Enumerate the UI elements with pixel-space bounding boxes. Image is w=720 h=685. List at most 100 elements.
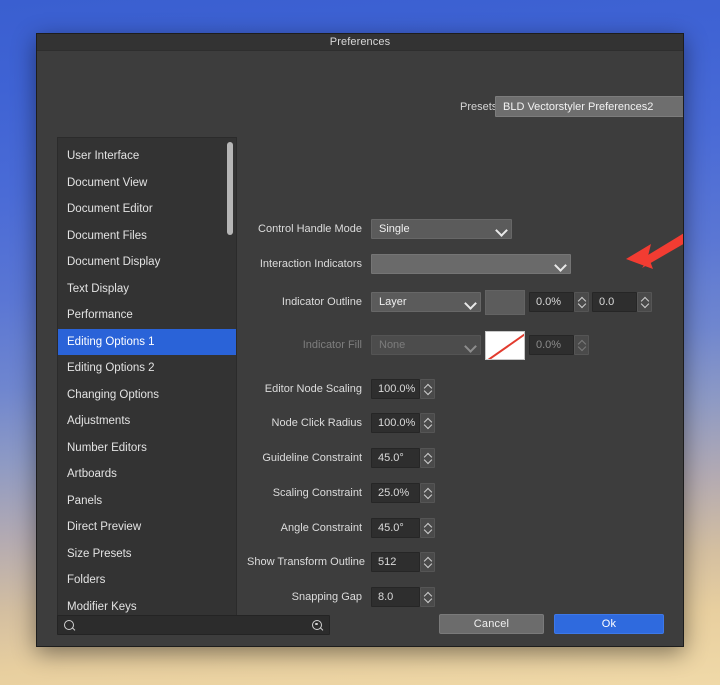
guideline-constraint-field[interactable]: 45.0°	[371, 448, 420, 468]
control-handle-mode-value: Single	[379, 223, 495, 235]
snapping-gap-label: Snapping Gap	[247, 591, 371, 603]
sidebar-scrollbar[interactable]	[227, 142, 233, 614]
sidebar-item-label: Number Editors	[67, 442, 147, 454]
editor-node-scaling-field[interactable]: 100.0%	[371, 379, 420, 399]
dialog-body: Presets BLD Vectorstyler Preferences2 Us…	[37, 51, 683, 647]
indicator-outline-dropdown[interactable]: Layer	[371, 292, 481, 312]
indicator-fill-value: None	[379, 339, 464, 351]
indicator-outline-label: Indicator Outline	[247, 296, 371, 308]
sidebar-item[interactable]: Document Editor	[58, 196, 236, 223]
sidebar-item[interactable]: Text Display	[58, 276, 236, 303]
interaction-indicators-label: Interaction Indicators	[247, 258, 371, 270]
sidebar-item-label: Document Editor	[67, 203, 153, 215]
sidebar-item-label: Editing Options 1	[67, 336, 155, 348]
editor-node-scaling-stepper[interactable]	[420, 379, 435, 399]
sidebar-item[interactable]: Size Presets	[58, 541, 236, 568]
dialog-footer: Cancel Ok	[37, 604, 683, 647]
row-editor-node-scaling: Editor Node Scaling 100.0%	[247, 379, 435, 399]
scaling-constraint-stepper[interactable]	[420, 483, 435, 503]
scaling-constraint-field[interactable]: 25.0%	[371, 483, 420, 503]
sidebar-item[interactable]: Folders	[58, 567, 236, 594]
guideline-constraint-stepper[interactable]	[420, 448, 435, 468]
sidebar-scrollbar-thumb[interactable]	[227, 142, 233, 235]
presets-value: BLD Vectorstyler Preferences2	[503, 101, 683, 113]
dialog-titlebar: Preferences	[37, 34, 683, 51]
preferences-category-list[interactable]: User Interface Document View Document Edit…	[57, 137, 237, 619]
row-interaction-indicators: Interaction Indicators	[247, 254, 571, 274]
indicator-fill-dropdown[interactable]: None	[371, 335, 481, 355]
angle-constraint-field[interactable]: 45.0°	[371, 518, 420, 538]
ok-button[interactable]: Ok	[554, 614, 664, 634]
row-indicator-fill: Indicator Fill None 0.0%	[247, 335, 589, 355]
editing-options-panel: Control Handle Mode Single Interaction I…	[247, 137, 673, 618]
sidebar-item-label: Direct Preview	[67, 521, 141, 533]
sidebar-item[interactable]: Document Display	[58, 249, 236, 276]
dialog-title: Preferences	[330, 36, 390, 48]
angle-constraint-stepper[interactable]	[420, 518, 435, 538]
indicator-outline-opacity-stepper[interactable]	[574, 292, 589, 312]
node-click-radius-stepper[interactable]	[420, 413, 435, 433]
indicator-fill-opacity-stepper[interactable]	[574, 335, 589, 355]
sidebar-item[interactable]: Number Editors	[58, 435, 236, 462]
sidebar-item-label: Editing Options 2	[67, 362, 155, 374]
sidebar-item-label: Document Files	[67, 230, 147, 242]
row-indicator-outline: Indicator Outline Layer 0.0% 0.0	[247, 292, 652, 312]
indicator-outline-color-swatch[interactable]	[485, 290, 525, 315]
indicator-fill-label: Indicator Fill	[247, 339, 371, 351]
sidebar-item[interactable]: Artboards	[58, 461, 236, 488]
sidebar-item[interactable]: Performance	[58, 302, 236, 329]
sidebar-item-label: Folders	[67, 574, 105, 586]
sidebar-item[interactable]: Document Files	[58, 223, 236, 250]
sidebar-item[interactable]: Editing Options 2	[58, 355, 236, 382]
control-handle-mode-dropdown[interactable]: Single	[371, 219, 512, 239]
sidebar-item-label: Size Presets	[67, 548, 132, 560]
interaction-indicators-dropdown[interactable]	[371, 254, 571, 274]
sidebar-item[interactable]: Document View	[58, 170, 236, 197]
guideline-constraint-label: Guideline Constraint	[247, 452, 371, 464]
sidebar-items: User Interface Document View Document Edit…	[58, 138, 236, 619]
sidebar-item[interactable]: Panels	[58, 488, 236, 515]
show-transform-outline-field[interactable]: 512	[371, 552, 420, 572]
sidebar-item-label: Artboards	[67, 468, 117, 480]
editor-node-scaling-label: Editor Node Scaling	[247, 383, 371, 395]
indicator-outline-value: Layer	[379, 296, 464, 308]
search-icon	[63, 619, 76, 632]
chevron-down-icon	[464, 296, 477, 309]
node-click-radius-label: Node Click Radius	[247, 417, 371, 429]
sidebar-item[interactable]: User Interface	[58, 143, 236, 170]
sidebar-item[interactable]: Direct Preview	[58, 514, 236, 541]
sidebar-item-label: Panels	[67, 495, 102, 507]
indicator-fill-color-swatch[interactable]	[485, 331, 525, 360]
sidebar-item-label: Document Display	[67, 256, 160, 268]
sidebar-item-label: Document View	[67, 177, 147, 189]
node-click-radius-field[interactable]: 100.0%	[371, 413, 420, 433]
indicator-outline-opacity-field[interactable]: 0.0%	[529, 292, 574, 312]
sidebar-item[interactable]: Editing Options 1	[58, 329, 236, 356]
sidebar-item[interactable]: Adjustments	[58, 408, 236, 435]
sidebar-item-label: User Interface	[67, 150, 139, 162]
presets-row: Presets BLD Vectorstyler Preferences2	[37, 96, 683, 117]
indicator-outline-width-field[interactable]: 0.0	[592, 292, 637, 312]
indicator-outline-width-stepper[interactable]	[637, 292, 652, 312]
row-control-handle-mode: Control Handle Mode Single	[247, 219, 512, 239]
control-handle-mode-label: Control Handle Mode	[247, 223, 371, 235]
preferences-dialog: Preferences Presets BLD Vectorstyler Pre…	[36, 33, 684, 647]
chevron-down-icon	[683, 100, 684, 113]
row-angle-constraint: Angle Constraint 45.0°	[247, 518, 435, 538]
angle-constraint-label: Angle Constraint	[247, 522, 371, 534]
presets-label: Presets	[460, 101, 497, 113]
search-input[interactable]	[76, 619, 311, 631]
sidebar-item[interactable]: Changing Options	[58, 382, 236, 409]
cancel-button[interactable]: Cancel	[439, 614, 544, 634]
row-node-click-radius: Node Click Radius 100.0%	[247, 413, 435, 433]
presets-dropdown[interactable]: BLD Vectorstyler Preferences2	[495, 96, 684, 117]
sidebar-item-label: Text Display	[67, 283, 129, 295]
row-show-transform-outline: Show Transform Outline 512	[247, 552, 435, 572]
search-field-container[interactable]	[57, 615, 330, 635]
show-transform-outline-stepper[interactable]	[420, 552, 435, 572]
sidebar-item-label: Adjustments	[67, 415, 130, 427]
chevron-down-icon	[554, 258, 567, 271]
search-zoom-icon[interactable]	[311, 619, 324, 632]
show-transform-outline-label: Show Transform Outline	[247, 556, 371, 568]
indicator-fill-opacity-field[interactable]: 0.0%	[529, 335, 574, 355]
